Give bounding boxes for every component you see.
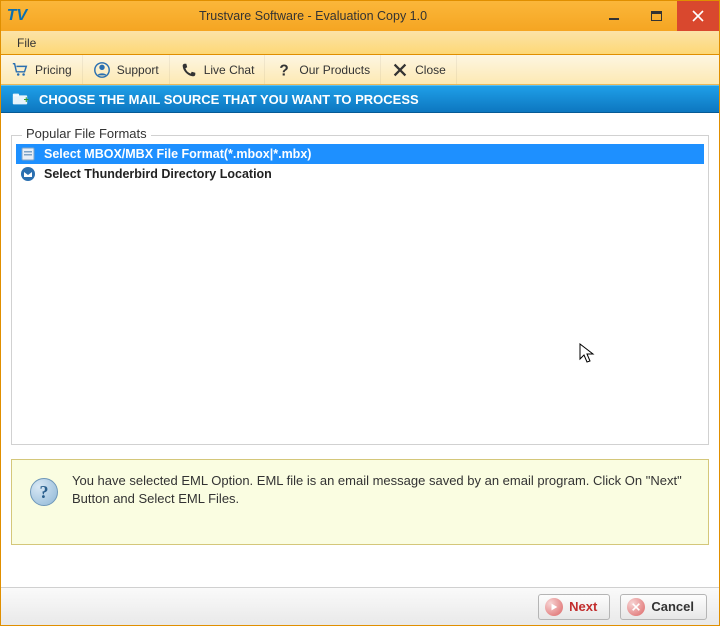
file-icon bbox=[20, 146, 36, 162]
section-title: CHOOSE THE MAIL SOURCE THAT YOU WANT TO … bbox=[39, 92, 419, 107]
section-header: + CHOOSE THE MAIL SOURCE THAT YOU WANT T… bbox=[1, 85, 719, 113]
cancel-icon bbox=[627, 598, 645, 616]
toolbar-pricing[interactable]: Pricing bbox=[1, 55, 83, 84]
app-logo: TV bbox=[1, 7, 33, 25]
maximize-button[interactable] bbox=[635, 1, 677, 31]
cancel-button[interactable]: Cancel bbox=[620, 594, 707, 620]
formats-group: Popular File Formats Select MBOX/MBX Fil… bbox=[11, 135, 709, 445]
toolbar-label: Close bbox=[415, 63, 446, 77]
toolbar-label: Live Chat bbox=[204, 63, 255, 77]
format-option-label: Select Thunderbird Directory Location bbox=[44, 167, 272, 181]
folder-add-icon: + bbox=[11, 90, 29, 108]
format-option-label: Select MBOX/MBX File Format(*.mbox|*.mbx… bbox=[44, 147, 311, 161]
thunderbird-icon bbox=[20, 166, 36, 182]
hint-panel: ? You have selected EML Option. EML file… bbox=[11, 459, 709, 545]
menu-file[interactable]: File bbox=[7, 34, 46, 52]
content-area: Popular File Formats Select MBOX/MBX Fil… bbox=[1, 113, 719, 587]
toolbar-products[interactable]: ? Our Products bbox=[265, 55, 381, 84]
toolbar-livechat[interactable]: Live Chat bbox=[170, 55, 266, 84]
close-icon bbox=[391, 61, 409, 79]
app-window: TV Trustvare Software - Evaluation Copy … bbox=[0, 0, 720, 626]
toolbar-label: Our Products bbox=[299, 63, 370, 77]
toolbar-label: Support bbox=[117, 63, 159, 77]
footer-bar: Next Cancel bbox=[1, 587, 719, 625]
formats-list: Select MBOX/MBX File Format(*.mbox|*.mbx… bbox=[12, 136, 708, 188]
cancel-button-label: Cancel bbox=[651, 599, 694, 614]
minimize-button[interactable] bbox=[593, 1, 635, 31]
next-button[interactable]: Next bbox=[538, 594, 610, 620]
question-icon: ? bbox=[275, 61, 293, 79]
format-option-thunderbird[interactable]: Select Thunderbird Directory Location bbox=[16, 164, 704, 184]
hint-text: You have selected EML Option. EML file i… bbox=[72, 472, 690, 507]
format-option-mbox[interactable]: Select MBOX/MBX File Format(*.mbox|*.mbx… bbox=[16, 144, 704, 164]
info-question-icon: ? bbox=[30, 478, 58, 506]
phone-icon bbox=[180, 61, 198, 79]
next-button-label: Next bbox=[569, 599, 597, 614]
svg-text:+: + bbox=[24, 95, 29, 105]
support-icon bbox=[93, 61, 111, 79]
title-bar: TV Trustvare Software - Evaluation Copy … bbox=[1, 1, 719, 31]
toolbar: Pricing Support Live Chat ? Our Products… bbox=[1, 55, 719, 85]
toolbar-label: Pricing bbox=[35, 63, 72, 77]
window-controls bbox=[593, 1, 719, 31]
toolbar-close[interactable]: Close bbox=[381, 55, 457, 84]
toolbar-support[interactable]: Support bbox=[83, 55, 170, 84]
close-window-button[interactable] bbox=[677, 1, 719, 31]
menu-bar: File bbox=[1, 31, 719, 55]
play-icon bbox=[545, 598, 563, 616]
formats-legend: Popular File Formats bbox=[22, 126, 151, 141]
svg-text:?: ? bbox=[280, 62, 289, 79]
window-title: Trustvare Software - Evaluation Copy 1.0 bbox=[33, 9, 593, 23]
cart-icon bbox=[11, 61, 29, 79]
